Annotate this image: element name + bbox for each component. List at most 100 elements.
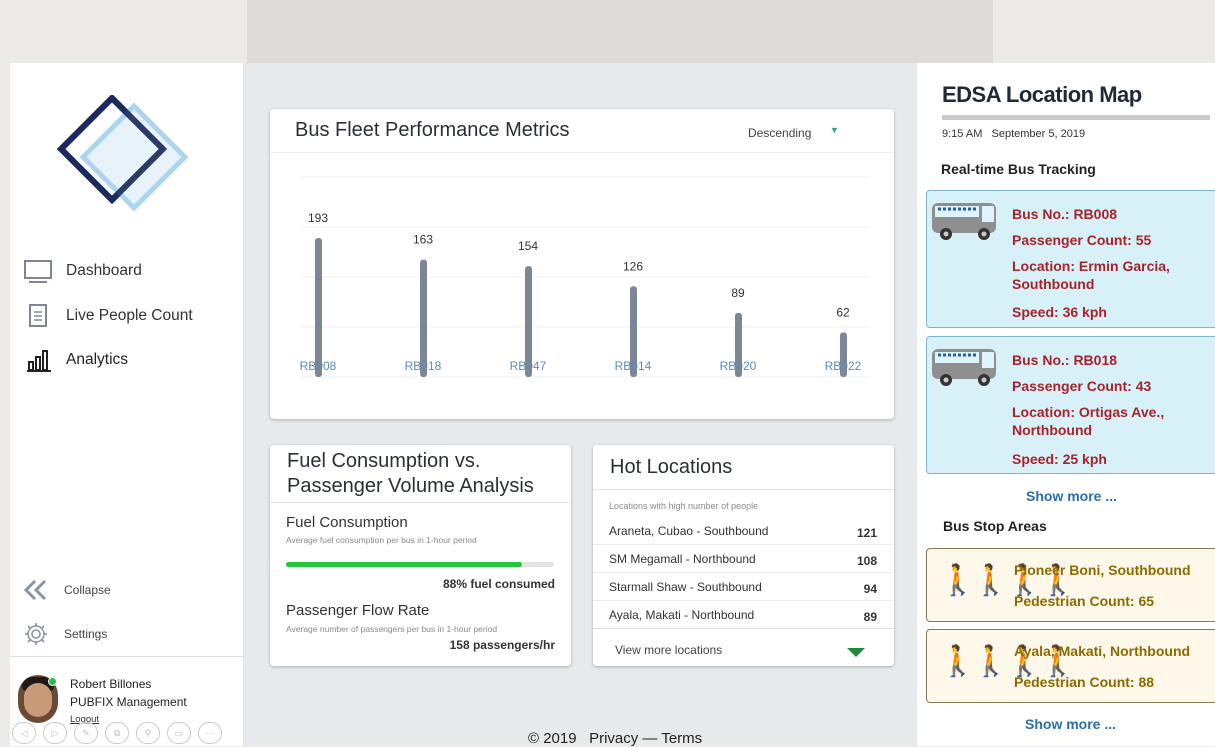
bus-speed: Speed: 25 kph bbox=[1012, 451, 1107, 467]
tracking-heading: Real-time Bus Tracking bbox=[941, 161, 1096, 177]
bus-location: Location: Ermin Garcia, Southbound bbox=[1012, 258, 1170, 292]
passenger-count: Passenger Count: 55 bbox=[1012, 232, 1152, 248]
sidebar: Dashboard Live People Count Analytics Co… bbox=[10, 63, 244, 746]
category-label: RB047 bbox=[510, 359, 547, 373]
bar-value-label: 89 bbox=[731, 286, 745, 300]
bar-value-label: 62 bbox=[836, 305, 850, 319]
more-icon[interactable]: ⋯ bbox=[198, 722, 222, 744]
location-name: Starmall Shaw - Southbound bbox=[609, 580, 762, 594]
bus-stop-name: Pioneer Boni, Southbound bbox=[1014, 562, 1191, 578]
monitor-icon bbox=[22, 257, 56, 285]
collapse-button[interactable]: Collapse bbox=[22, 576, 111, 604]
collapse-label: Collapse bbox=[64, 583, 111, 597]
fuel-progress-bar bbox=[286, 562, 554, 567]
bar-value-label: 193 bbox=[308, 211, 328, 225]
location-count: 121 bbox=[856, 526, 877, 540]
location-name: Araneta, Cubao - Southbound bbox=[609, 524, 769, 538]
card-title: Hot Locations bbox=[610, 456, 733, 478]
bar-chart-icon bbox=[22, 346, 56, 374]
location-count: 89 bbox=[863, 610, 877, 624]
fuel-progress-fill bbox=[286, 562, 522, 567]
list-item[interactable]: SM Megamall - Northbound 108 bbox=[593, 545, 894, 573]
passenger-flow-value: 158 passengers/hr bbox=[449, 638, 555, 652]
viewer-controls: ◁ ▷ ✎ ⧉ ⚲ ▭ ⋯ bbox=[12, 722, 222, 744]
screen-icon[interactable]: ▭ bbox=[167, 722, 191, 744]
nav-label: Analytics bbox=[66, 351, 129, 368]
copy-icon[interactable]: ⧉ bbox=[105, 722, 129, 744]
list-item[interactable]: Ayala, Makati - Northbound 89 bbox=[593, 601, 894, 629]
top-banner bbox=[247, 0, 993, 64]
double-chevron-left-icon bbox=[22, 576, 50, 604]
bar-value-label: 126 bbox=[623, 259, 643, 273]
sort-dropdown[interactable]: Descending bbox=[748, 126, 811, 140]
bar-value-label: 163 bbox=[413, 233, 433, 247]
bar-rb008[interactable] bbox=[315, 238, 322, 377]
passenger-count: Passenger Count: 43 bbox=[1012, 378, 1152, 394]
nav-item-analytics[interactable]: Analytics bbox=[22, 346, 128, 374]
settings-button[interactable]: Settings bbox=[22, 620, 107, 648]
bus-icon bbox=[932, 349, 996, 386]
nav-item-dashboard[interactable]: Dashboard bbox=[22, 257, 142, 285]
bus-number: Bus No.: RB018 bbox=[1012, 352, 1118, 368]
fuel-consumption-description: Average fuel consumption per bus in 1-ho… bbox=[286, 535, 477, 545]
category-label: RB008 bbox=[300, 359, 337, 373]
expand-down-icon[interactable] bbox=[847, 648, 865, 657]
category-label: RB014 bbox=[615, 359, 652, 373]
settings-label: Settings bbox=[64, 627, 108, 641]
performance-bar-chart: 193 RB008 163 RB018 154 RB047 126 RB014 89 RB020 6… bbox=[300, 176, 870, 378]
nav-label: Dashboard bbox=[66, 262, 142, 279]
timestamp: 9:15 AM September 5, 2019 bbox=[942, 128, 1086, 140]
list-item[interactable]: Starmall Shaw - Southbound 94 bbox=[593, 573, 894, 601]
zoom-icon[interactable]: ⚲ bbox=[136, 722, 160, 744]
category-label: RB020 bbox=[720, 359, 757, 373]
dropdown-caret-icon[interactable]: ▼ bbox=[830, 125, 839, 135]
online-status-icon bbox=[48, 677, 57, 686]
main-content: Bus Fleet Performance Metrics Descending… bbox=[245, 63, 917, 747]
logo-icon bbox=[56, 95, 189, 212]
location-count: 94 bbox=[863, 582, 877, 596]
fuel-consumption-label: Fuel Consumption bbox=[286, 514, 408, 531]
passenger-flow-description: Average number of passengers per bus in … bbox=[286, 624, 498, 634]
card-title: Bus Fleet Performance Metrics bbox=[295, 119, 570, 141]
fuel-analysis-card: Fuel Consumption vs. Passenger Volume An… bbox=[270, 445, 571, 666]
location-count: 108 bbox=[856, 554, 877, 568]
bus-stop-card[interactable]: 🚶🚶🚶🚶 Ayala, Makati, Northbound Pedestria… bbox=[926, 629, 1215, 703]
gear-icon bbox=[22, 620, 50, 648]
edit-icon[interactable]: ✎ bbox=[74, 722, 98, 744]
location-name: Ayala, Makati - Northbound bbox=[609, 608, 755, 622]
show-more-buses-link[interactable]: Show more ... bbox=[1026, 488, 1117, 504]
bus-location: Location: Ortigas Ave., Northbound bbox=[1012, 404, 1165, 438]
list-item[interactable]: Araneta, Cubao - Southbound 121 bbox=[593, 517, 894, 545]
bar-value-label: 154 bbox=[518, 239, 538, 253]
category-label: RB022 bbox=[825, 359, 862, 373]
pedestrian-count: Pedestrian Count: 65 bbox=[1014, 593, 1155, 609]
fuel-consumption-value: 88% fuel consumed bbox=[442, 577, 555, 591]
nav-item-live-people-count[interactable]: Live People Count bbox=[22, 302, 193, 330]
bus-stop-card[interactable]: 🚶🚶🚶🚶 Pioneer Boni, Southbound Pedestrian… bbox=[926, 548, 1215, 622]
category-label: RB018 bbox=[405, 359, 442, 373]
location-name: SM Megamall - Northbound bbox=[609, 552, 756, 566]
card-title: Fuel Consumption vs. Passenger Volume An… bbox=[287, 450, 534, 497]
show-more-stops-link[interactable]: Show more ... bbox=[1025, 716, 1116, 732]
nav-label: Live People Count bbox=[66, 307, 193, 324]
bus-stop-name: Ayala, Makati, Northbound bbox=[1014, 643, 1191, 659]
location-map-panel: EDSA Location Map 9:15 AM September 5, 2… bbox=[917, 63, 1215, 746]
next-icon[interactable]: ▷ bbox=[43, 722, 67, 744]
bus-speed: Speed: 36 kph bbox=[1012, 304, 1107, 320]
bus-icon bbox=[932, 203, 996, 240]
view-more-locations-button[interactable]: View more locations bbox=[615, 643, 722, 657]
user-role: PUBFIX Management bbox=[70, 695, 187, 709]
document-icon bbox=[22, 302, 56, 330]
hot-locations-card: Hot Locations Locations with high number… bbox=[593, 445, 894, 666]
fleet-performance-card: Bus Fleet Performance Metrics Descending… bbox=[270, 109, 894, 419]
footer-text: © 2019 Privacy — Terms bbox=[528, 730, 703, 747]
pedestrian-count: Pedestrian Count: 88 bbox=[1014, 674, 1155, 690]
passenger-flow-label: Passenger Flow Rate bbox=[286, 602, 430, 619]
bus-number: Bus No.: RB008 bbox=[1012, 206, 1118, 222]
prev-icon[interactable]: ◁ bbox=[12, 722, 36, 744]
bus-card[interactable]: Bus No.: RB018 Passenger Count: 43 Locat… bbox=[926, 336, 1215, 474]
user-name: Robert Billones bbox=[70, 677, 152, 691]
bus-card[interactable]: Bus No.: RB008 Passenger Count: 55 Locat… bbox=[926, 190, 1215, 328]
panel-title: EDSA Location Map bbox=[942, 82, 1142, 107]
card-subtitle: Locations with high number of people bbox=[609, 501, 759, 511]
